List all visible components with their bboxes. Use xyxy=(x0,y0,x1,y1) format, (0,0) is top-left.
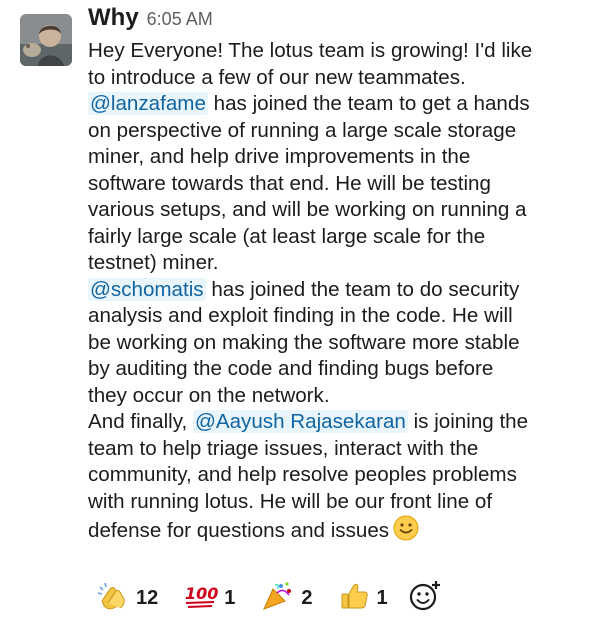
message-text: to introduce a few of our new teammates. xyxy=(88,65,466,89)
message-text: testnet) miner. xyxy=(88,251,219,274)
message-text: community, and help resolve peoples prob… xyxy=(88,463,517,486)
message-line: they occur on the network. xyxy=(88,383,588,410)
hundred-points-icon: 100 xyxy=(184,581,219,616)
message-text: team to help triage issues, interact wit… xyxy=(88,436,479,460)
message-text: Hey Everyone! The lotus team is growing!… xyxy=(88,39,533,62)
message-text: is joining the xyxy=(407,410,529,433)
user-mention[interactable]: @Aayush Rajasekaran xyxy=(192,410,408,433)
add-reaction-button[interactable] xyxy=(406,578,446,618)
message: Why 6:05 AM Hey Everyone! The lotus team… xyxy=(0,0,600,633)
reaction-pill[interactable]: 12 xyxy=(88,578,167,618)
message-line: software towards that end. He will be te… xyxy=(88,171,588,198)
slightly-smiling-face-icon xyxy=(393,515,419,549)
avatar-photo xyxy=(20,14,72,66)
message-text: various setups, and will be working on r… xyxy=(88,198,527,221)
message-text: analysis and exploit finding in the code… xyxy=(88,304,513,327)
reaction-pill[interactable]: 100 1 xyxy=(176,578,244,618)
message-line: be working on making the software more s… xyxy=(88,330,588,357)
message-line: defense for questions and issues xyxy=(88,515,588,549)
message-line: @schomatis has joined the team to do sec… xyxy=(88,277,588,304)
reaction-pill[interactable]: 1 xyxy=(330,578,396,618)
message-text: miner, and help drive improvements in th… xyxy=(88,145,471,168)
message-header: Why 6:05 AM xyxy=(88,4,213,38)
message-text: be working on making the software more s… xyxy=(88,330,520,354)
message-text: And finally, xyxy=(88,410,193,433)
party-popper-icon xyxy=(261,581,295,616)
message-text: has joined the team to get a hands xyxy=(207,92,530,115)
message-text: defense for questions and issues xyxy=(88,519,390,542)
message-timestamp[interactable]: 6:05 AM xyxy=(147,9,213,30)
user-mention[interactable]: @lanzafame xyxy=(88,92,208,115)
message-line: various setups, and will be working on r… xyxy=(88,197,588,224)
message-line: by auditing the code and finding bugs be… xyxy=(88,356,588,383)
message-line: with running lotus. He will be our front… xyxy=(88,489,588,516)
message-text: has joined the team to do security xyxy=(205,277,520,301)
clapping-hands-icon xyxy=(96,581,130,616)
reaction-count: 2 xyxy=(301,586,313,609)
message-text: they occur on the network. xyxy=(88,383,330,407)
reaction-pill[interactable]: 2 xyxy=(253,578,321,618)
reaction-count: 1 xyxy=(224,586,236,609)
thumbs-up-icon xyxy=(339,581,371,616)
message-line: analysis and exploit finding in the code… xyxy=(88,303,588,330)
message-body: Hey Everyone! The lotus team is growing!… xyxy=(88,38,588,549)
message-line: team to help triage issues, interact wit… xyxy=(88,436,588,463)
reaction-count: 1 xyxy=(376,586,388,609)
sender-name[interactable]: Why xyxy=(88,4,139,32)
reaction-count: 12 xyxy=(136,586,159,609)
add-reaction-icon xyxy=(408,578,444,619)
message-line: Hey Everyone! The lotus team is growing!… xyxy=(88,38,588,65)
message-line: community, and help resolve peoples prob… xyxy=(88,462,588,489)
reactions-bar: 12 100 1 2 1 xyxy=(88,578,446,618)
message-line: @lanzafame has joined the team to get a … xyxy=(88,91,588,118)
message-line: on perspective of running a large scale … xyxy=(88,118,588,145)
message-line: testnet) miner. xyxy=(88,250,588,277)
message-text: on perspective of running a large scale … xyxy=(88,118,517,142)
message-line: And finally, @Aayush Rajasekaran is join… xyxy=(88,409,588,436)
user-mention[interactable]: @schomatis xyxy=(88,277,206,301)
message-line: fairly large scale (at least large scale… xyxy=(88,224,588,251)
message-line: to introduce a few of our new teammates. xyxy=(88,65,588,92)
message-text: by auditing the code and finding bugs be… xyxy=(88,357,494,380)
message-text: fairly large scale (at least large scale… xyxy=(88,224,486,248)
svg-text:100: 100 xyxy=(185,584,218,603)
message-line: miner, and help drive improvements in th… xyxy=(88,144,588,171)
message-text: software towards that end. He will be te… xyxy=(88,171,491,195)
message-text: with running lotus. He will be our front… xyxy=(88,489,493,513)
avatar[interactable] xyxy=(20,14,72,66)
